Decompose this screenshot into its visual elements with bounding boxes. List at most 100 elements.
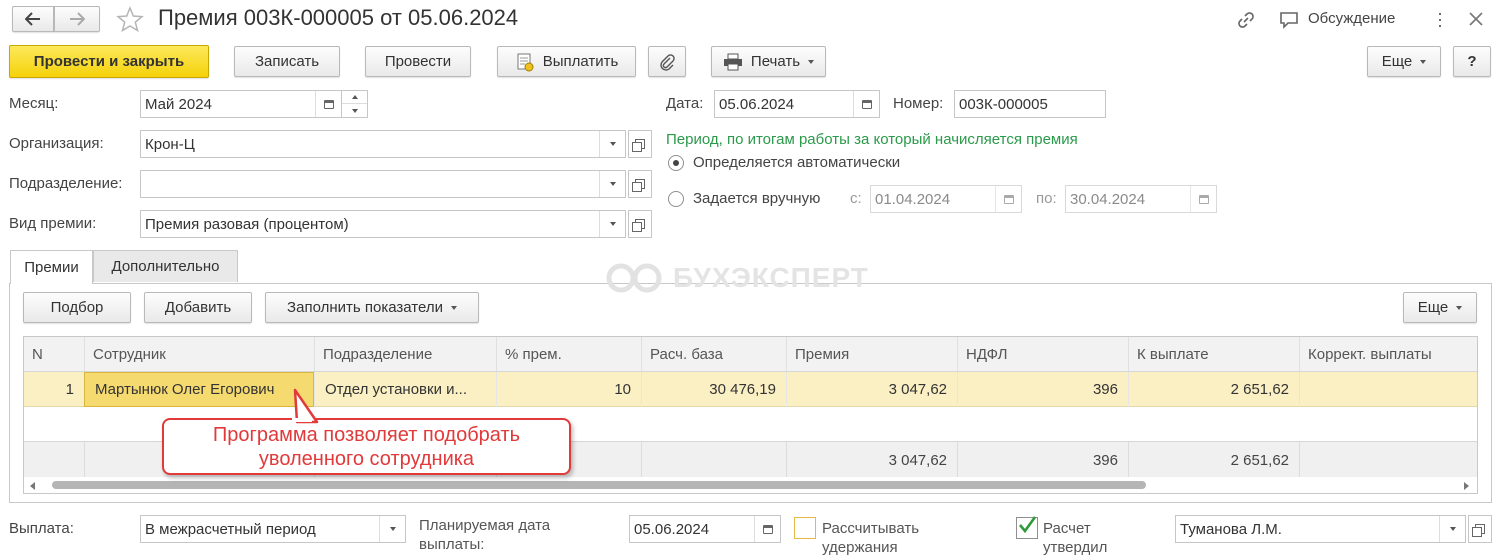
tab-bonuses[interactable]: Премии <box>10 250 93 284</box>
post-and-close-button[interactable]: Провести и закрыть <box>9 45 209 78</box>
attach-button[interactable] <box>648 46 686 77</box>
department-field[interactable] <box>140 170 626 198</box>
cell-employee[interactable]: Мартынюк Олег Егорович <box>84 372 314 407</box>
dropdown-button[interactable] <box>599 131 625 157</box>
cell-department[interactable]: Отдел установки и... <box>314 372 496 407</box>
star-icon[interactable] <box>116 6 144 32</box>
calendar-button[interactable] <box>1190 186 1216 212</box>
calc-deductions-label[interactable]: Рассчитывать удержания <box>822 519 919 557</box>
dropdown-button[interactable] <box>599 211 625 237</box>
planned-date-label-line1: Планируемая дата <box>419 517 551 534</box>
open-department-button[interactable] <box>628 170 652 198</box>
select-label: Подбор <box>50 299 104 316</box>
more-button[interactable]: Еще <box>1367 46 1441 77</box>
col-correction[interactable]: Коррект. выплаты <box>1299 337 1477 371</box>
date-field[interactable]: 05.06.2024 <box>714 90 880 118</box>
open-bonus-type-button[interactable] <box>628 210 652 238</box>
cell-bonus[interactable]: 3 047,62 <box>786 372 957 407</box>
save-button[interactable]: Записать <box>234 46 340 77</box>
period-auto-label[interactable]: Определяется автоматически <box>693 154 900 171</box>
period-from-field[interactable]: 01.04.2024 <box>870 185 1022 213</box>
menu-dots-icon[interactable]: · · · <box>1437 4 1443 34</box>
tab-additional[interactable]: Дополнительно <box>93 250 238 282</box>
cell-percent[interactable]: 10 <box>496 372 641 407</box>
cell-correction[interactable] <box>1299 372 1477 407</box>
organization-field[interactable]: Крон-Ц <box>140 130 626 158</box>
print-button[interactable]: Печать <box>711 46 826 77</box>
approver-field[interactable]: Туманова Л.М. <box>1175 515 1466 543</box>
calendar-icon <box>1198 194 1209 204</box>
col-bonus[interactable]: Премия <box>786 337 957 371</box>
period-to-label: по: <box>1036 190 1057 207</box>
organization-label: Организация: <box>9 135 104 152</box>
date-value: 05.06.2024 <box>719 95 795 113</box>
calc-deductions-checkbox[interactable] <box>794 517 816 539</box>
chevron-down-icon <box>450 305 457 310</box>
open-organization-button[interactable] <box>628 130 652 158</box>
number-field[interactable]: 003К-000005 <box>954 90 1106 118</box>
col-payout[interactable]: К выплате <box>1128 337 1299 371</box>
chevron-down-icon <box>808 59 815 64</box>
col-n[interactable]: N <box>24 337 84 371</box>
col-percent[interactable]: % прем. <box>496 337 641 371</box>
calendar-button[interactable] <box>754 516 780 542</box>
help-button[interactable]: ? <box>1453 46 1491 77</box>
month-spinner[interactable] <box>342 90 368 118</box>
open-approver-button[interactable] <box>1468 515 1492 543</box>
col-base[interactable]: Расч. база <box>641 337 786 371</box>
month-value: Май 2024 <box>145 95 212 113</box>
scroll-right-icon[interactable] <box>1464 482 1469 490</box>
period-from-value: 01.04.2024 <box>875 190 951 208</box>
month-field[interactable]: Май 2024 <box>140 90 342 118</box>
discussion-icon[interactable] <box>1278 10 1300 30</box>
post-and-close-label: Провести и закрыть <box>33 53 185 70</box>
table-more-label: Еще <box>1417 299 1449 316</box>
select-button[interactable]: Подбор <box>23 292 131 323</box>
period-manual-radio[interactable] <box>668 191 684 207</box>
calendar-button[interactable] <box>995 186 1021 212</box>
period-auto-radio[interactable] <box>668 155 684 171</box>
organization-value: Крон-Ц <box>145 135 195 153</box>
period-from-label: с: <box>850 190 862 207</box>
period-to-value: 30.04.2024 <box>1070 190 1146 208</box>
dropdown-button[interactable] <box>379 516 405 542</box>
forward-button[interactable] <box>54 6 100 32</box>
pay-button[interactable]: Выплатить <box>497 46 636 77</box>
cell-ndfl[interactable]: 396 <box>957 372 1128 407</box>
link-icon[interactable] <box>1236 10 1256 30</box>
col-department[interactable]: Подразделение <box>314 337 496 371</box>
dropdown-button[interactable] <box>1439 516 1465 542</box>
period-to-field[interactable]: 30.04.2024 <box>1065 185 1217 213</box>
back-button[interactable] <box>12 6 54 32</box>
approved-label[interactable]: Расчет утвердил <box>1043 519 1107 557</box>
period-manual-label[interactable]: Задается вручную <box>693 190 820 207</box>
scroll-left-icon[interactable] <box>30 482 35 490</box>
fill-indicators-button[interactable]: Заполнить показатели <box>265 292 479 323</box>
payment-field[interactable]: В межрасчетный период <box>140 515 406 543</box>
cell-base[interactable]: 30 476,19 <box>641 372 786 407</box>
callout-line1: Программа позволяет подобрать <box>212 423 521 446</box>
total-ndfl: 396 <box>957 442 1128 478</box>
post-button[interactable]: Провести <box>365 46 471 77</box>
calendar-button[interactable] <box>853 91 879 117</box>
bonus-type-field[interactable]: Премия разовая (процентом) <box>140 210 626 238</box>
close-icon[interactable] <box>1468 11 1484 27</box>
cell-payout[interactable]: 2 651,62 <box>1128 372 1299 407</box>
horizontal-scrollbar[interactable] <box>24 477 1477 493</box>
planned-date-field[interactable]: 05.06.2024 <box>629 515 781 543</box>
table-row[interactable]: 1 Мартынюк Олег Егорович Отдел установки… <box>24 372 1477 407</box>
approved-checkbox[interactable] <box>1016 516 1038 539</box>
footer-base <box>641 442 786 478</box>
table-more-button[interactable]: Еще <box>1403 292 1477 323</box>
chevron-down-icon <box>609 142 616 146</box>
planned-date-label: Планируемая дата выплаты: <box>419 516 550 554</box>
col-ndfl[interactable]: НДФЛ <box>957 337 1128 371</box>
calendar-button[interactable] <box>315 91 341 117</box>
add-button[interactable]: Добавить <box>144 292 252 323</box>
discussion-link[interactable]: Обсуждение <box>1308 10 1395 27</box>
scrollbar-thumb[interactable] <box>52 481 1146 489</box>
spin-up-icon[interactable] <box>342 91 367 104</box>
dropdown-button[interactable] <box>599 171 625 197</box>
col-employee[interactable]: Сотрудник <box>84 337 314 371</box>
spin-down-icon[interactable] <box>342 104 367 117</box>
